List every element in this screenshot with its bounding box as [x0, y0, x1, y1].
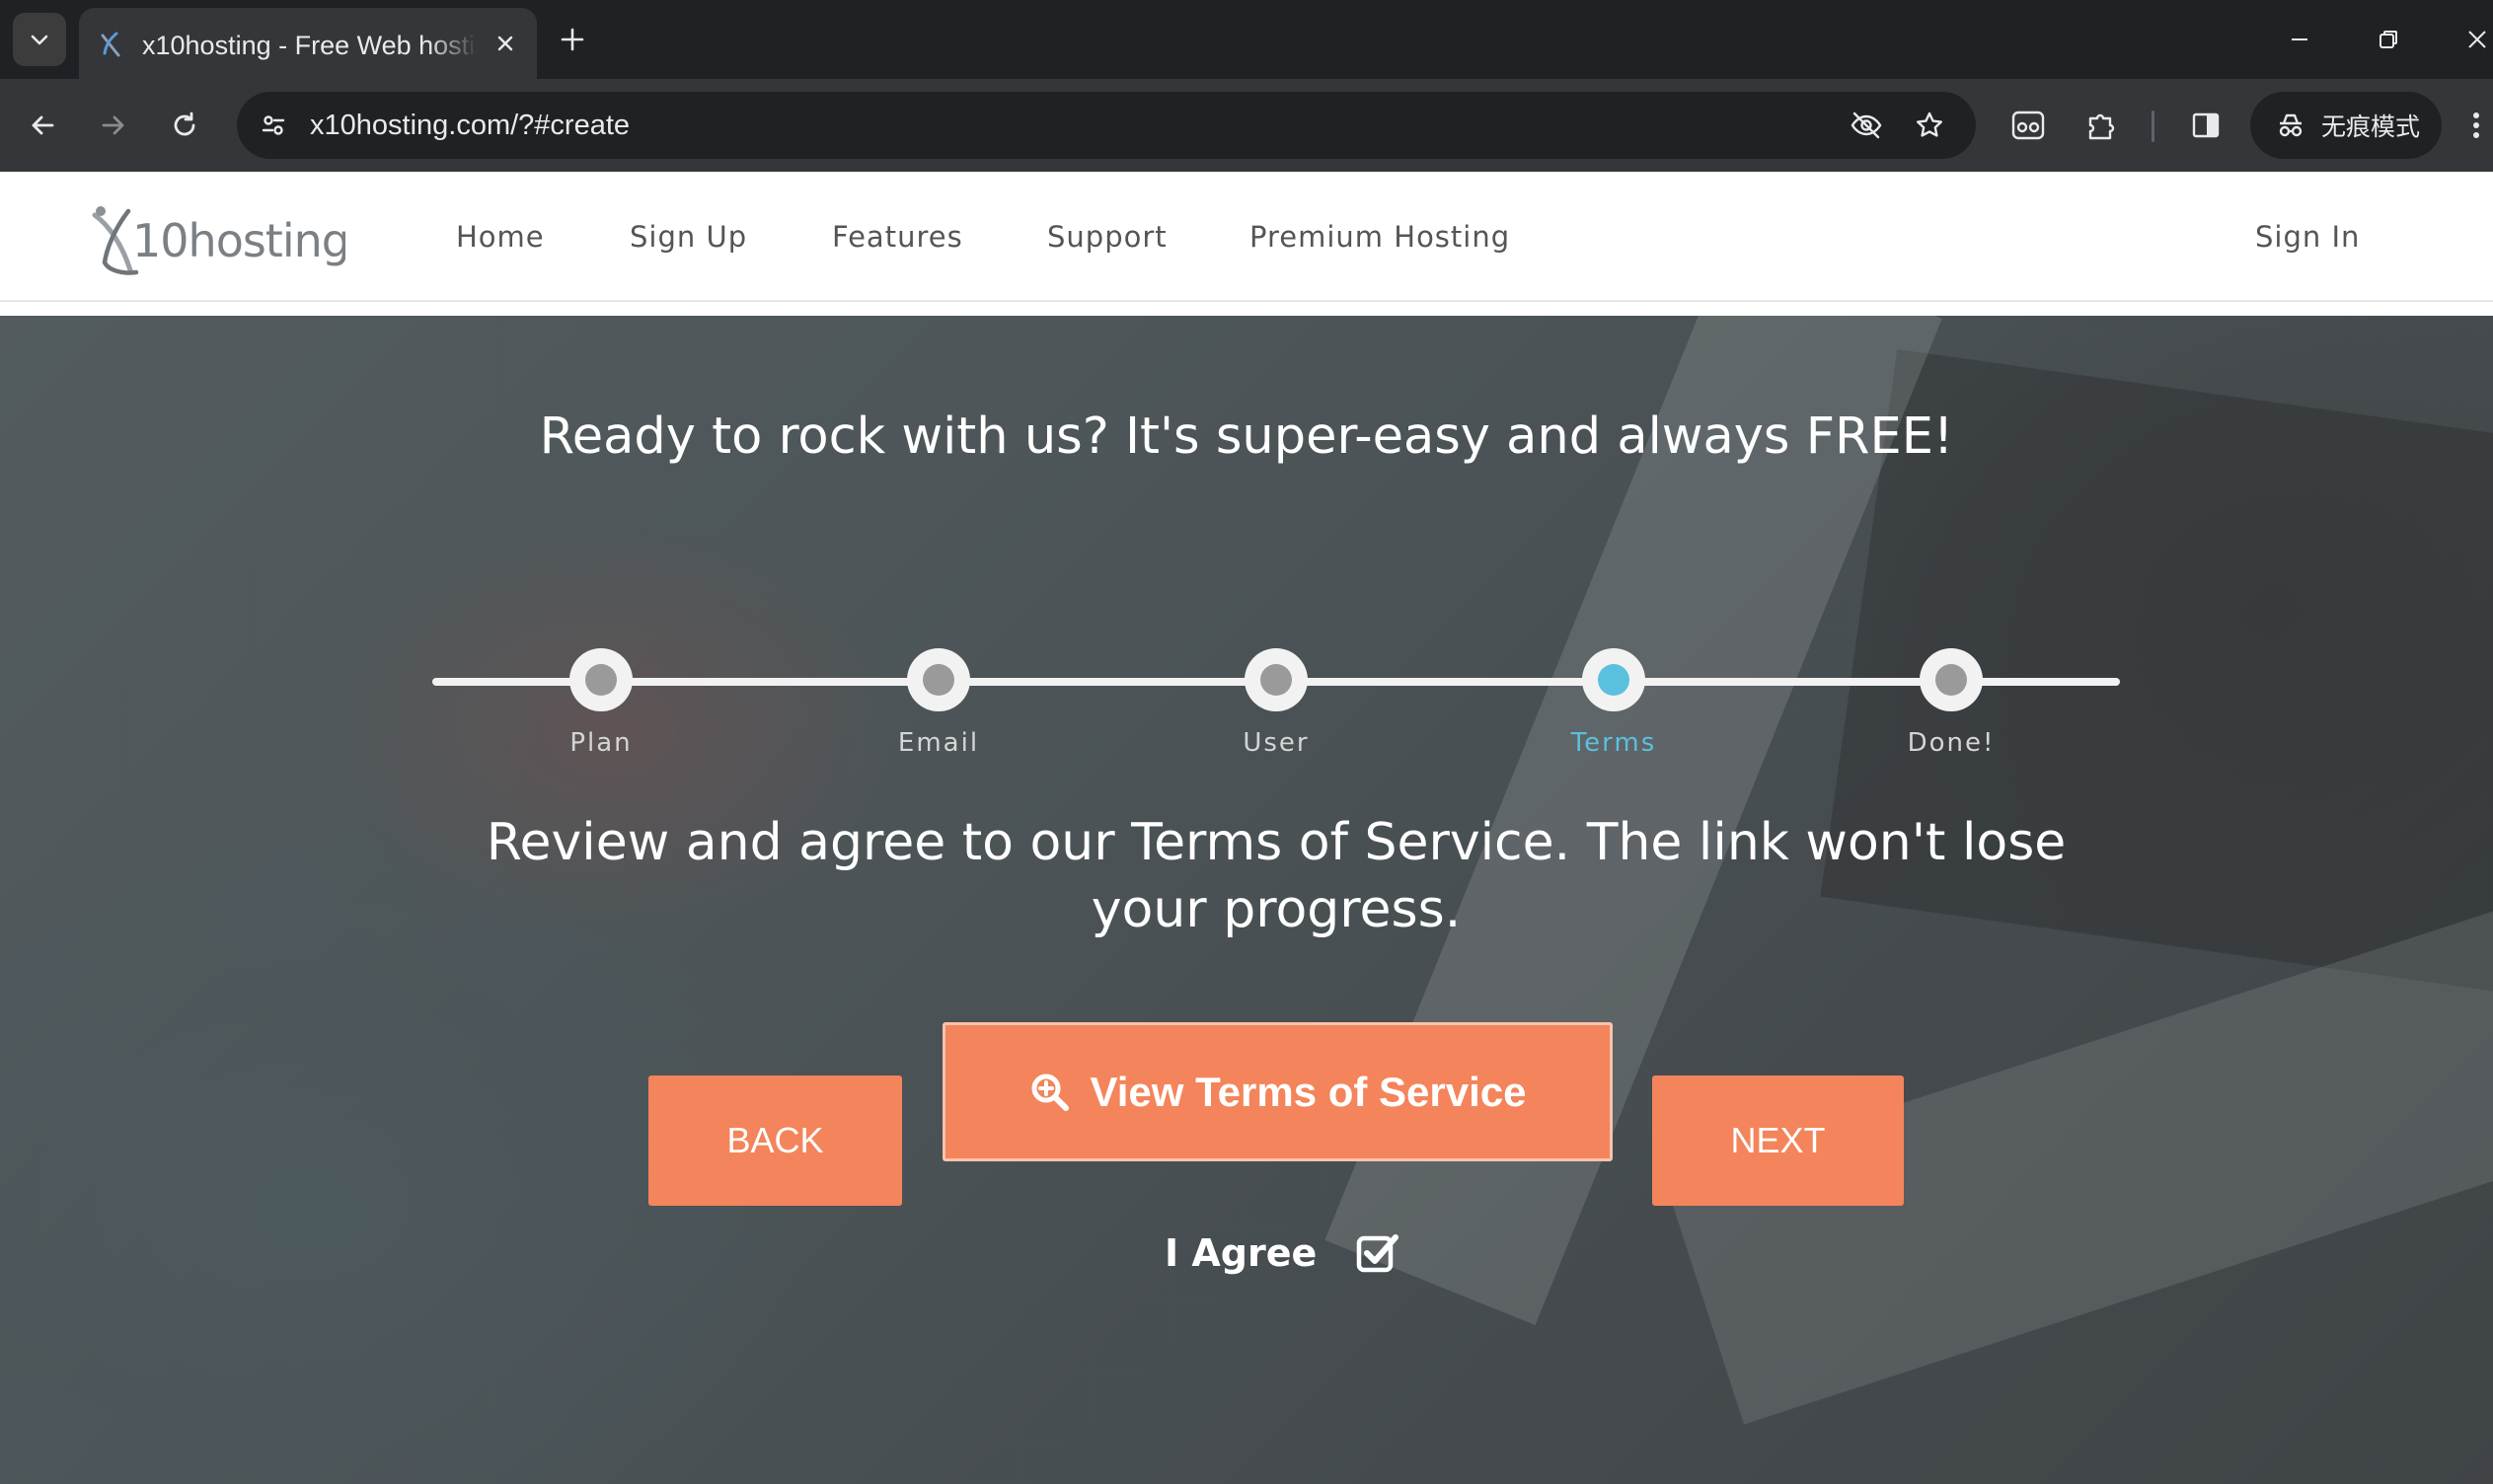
restore-icon	[2380, 31, 2397, 48]
web-page: 10hosting Home Sign Up Features Support …	[0, 172, 2493, 1484]
nav-support[interactable]: Support	[1047, 217, 1168, 257]
bookmark-button[interactable]	[1909, 105, 1950, 146]
minimize-button[interactable]	[2280, 20, 2319, 59]
step-label: Done!	[1907, 728, 1996, 758]
side-panel-icon	[2192, 112, 2220, 138]
address-bar[interactable]: x10hosting.com/?#create	[237, 92, 1976, 159]
extension-badge-icon	[2011, 111, 2045, 140]
zoom-in-icon	[1031, 1074, 1070, 1111]
tune-icon	[262, 115, 285, 135]
reload-button[interactable]	[162, 103, 207, 148]
url-text[interactable]: x10hosting.com/?#create	[310, 106, 630, 145]
signup-headline: Ready to rock with us? It's super-easy a…	[539, 408, 1954, 466]
browser-tabstrip: x10hosting - Free Web hosting	[0, 0, 2493, 79]
step-dot	[1920, 648, 1983, 711]
site-info-button[interactable]	[251, 103, 296, 148]
agree-checkbox-checked-icon[interactable]	[1356, 1231, 1399, 1275]
nav-features[interactable]: Features	[832, 217, 963, 257]
agree-label: I Agree	[1165, 1231, 1318, 1275]
incognito-icon	[2279, 113, 2303, 137]
step-dot	[569, 648, 633, 711]
step-dot	[1582, 648, 1645, 711]
close-window-button[interactable]	[2457, 20, 2493, 59]
extension-button[interactable]	[2005, 103, 2051, 148]
tab-title: x10hosting - Free Web hosting	[142, 31, 478, 60]
arrow-left-icon	[32, 115, 54, 135]
side-panel-button[interactable]	[2183, 103, 2229, 148]
x10hosting-favicon-icon	[101, 32, 120, 57]
tab-close-button[interactable]	[488, 26, 523, 61]
minimize-icon	[2292, 38, 2307, 40]
view-terms-button[interactable]: View Terms of Service	[943, 1022, 1613, 1161]
browser-toolbar: x10hosting.com/?#create 无痕模式	[0, 79, 2493, 172]
toolbar-divider	[2152, 111, 2154, 142]
next-button[interactable]: NEXT	[1652, 1076, 1904, 1206]
star-icon	[1917, 111, 1942, 137]
back-button[interactable]	[20, 103, 65, 148]
site-navbar: 10hosting Home Sign Up Features Support …	[0, 172, 2493, 302]
more-vertical-icon	[2473, 112, 2479, 138]
close-icon	[497, 36, 513, 51]
svg-text:10hosting: 10hosting	[132, 214, 345, 267]
step-label: Email	[897, 728, 980, 758]
close-icon	[2468, 31, 2486, 48]
x10hosting-logo[interactable]: 10hosting	[89, 201, 345, 280]
chevron-down-icon	[31, 35, 48, 45]
incognito-label: 无痕模式	[2321, 113, 2421, 141]
plus-icon	[561, 28, 584, 51]
restore-button[interactable]	[2369, 20, 2408, 59]
nav-sign-in[interactable]: Sign In	[2255, 217, 2360, 257]
reload-icon	[174, 111, 195, 136]
step-label: Plan	[569, 728, 633, 758]
browser-menu-button[interactable]	[2461, 103, 2491, 148]
tab-search-button[interactable]	[13, 13, 66, 66]
nav-sign-up[interactable]: Sign Up	[630, 217, 747, 257]
new-tab-button[interactable]	[553, 20, 592, 59]
incognito-indicator[interactable]: 无痕模式	[2250, 92, 2442, 159]
extensions-menu-button[interactable]	[2078, 103, 2124, 148]
arrow-right-icon	[102, 115, 124, 135]
puzzle-icon	[2088, 113, 2115, 140]
terms-instruction: Review and agree to our Terms of Service…	[486, 813, 2067, 939]
forward-button[interactable]	[91, 103, 136, 148]
nav-home[interactable]: Home	[456, 217, 545, 257]
agree-row[interactable]: I Agree	[1165, 1224, 1399, 1283]
tracking-protection-button[interactable]	[1846, 105, 1887, 146]
step-label: User	[1243, 728, 1310, 758]
step-dot	[907, 648, 970, 711]
view-terms-label: View Terms of Service	[1090, 1068, 1527, 1115]
nav-premium-hosting[interactable]: Premium Hosting	[1249, 217, 1510, 257]
signup-progress: Plan Email User Terms Done!	[432, 648, 2120, 799]
browser-tab-active[interactable]: x10hosting - Free Web hosting	[79, 8, 537, 79]
step-dot	[1245, 648, 1308, 711]
back-button[interactable]: BACK	[648, 1076, 902, 1206]
eye-off-icon	[1851, 111, 1882, 139]
signup-hero: Ready to rock with us? It's super-easy a…	[0, 316, 2493, 1484]
step-label: Terms	[1570, 728, 1657, 758]
